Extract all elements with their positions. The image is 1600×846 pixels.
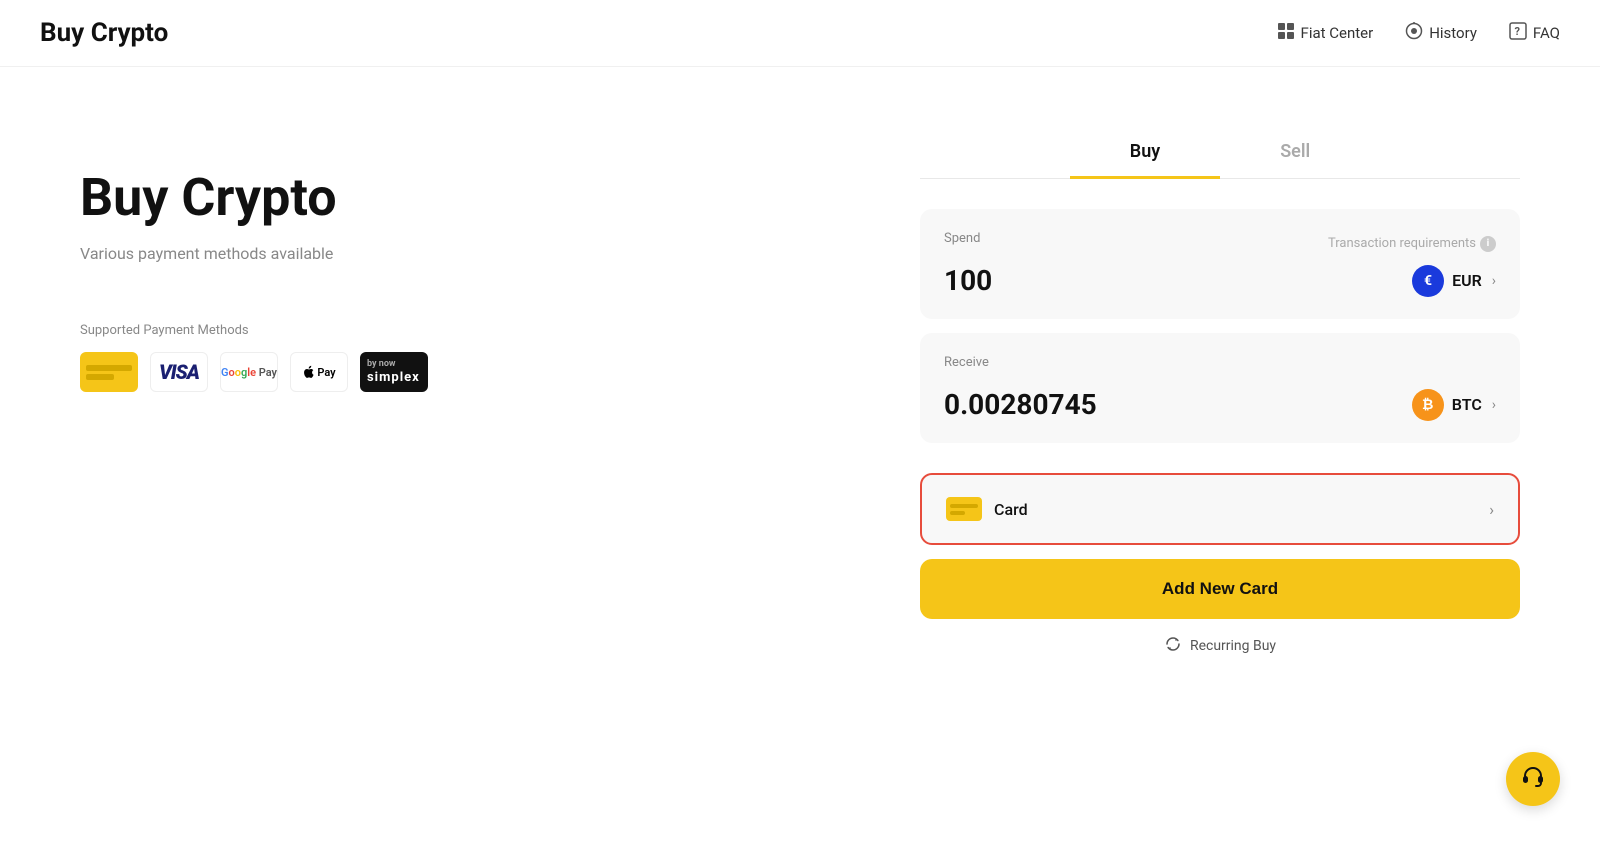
right-panel: Buy Sell Spend Transaction requirements … [920,127,1520,657]
recurring-buy-label: Recurring Buy [1190,638,1276,654]
faq-label: FAQ [1533,24,1560,42]
gpay-text: Google Pay [221,366,277,379]
receive-value: 0.00280745 [944,388,1097,421]
payment-icon-card [80,352,138,392]
btc-badge: ₿ [1412,389,1444,421]
visa-text: VISA [159,360,199,384]
transaction-requirements: Transaction requirements i [1328,236,1496,252]
payment-method-label: Card [994,500,1028,519]
payment-method-card[interactable]: Card › [920,473,1520,545]
nav-fiat-center[interactable]: Fiat Center [1277,22,1374,45]
question-icon: ? [1509,22,1527,45]
history-label: History [1429,24,1477,42]
spend-value: 100 [944,264,992,297]
btc-symbol: ₿ [1422,396,1433,413]
svg-text:?: ? [1514,25,1520,38]
eur-symbol: € [1424,273,1432,289]
info-icon: i [1480,236,1496,252]
eur-chevron-icon: › [1492,273,1496,289]
applepay-text: Pay [302,365,335,379]
transaction-req-text: Transaction requirements [1328,236,1476,251]
recurring-buy[interactable]: Recurring Buy [920,635,1520,657]
receive-card: Receive 0.00280745 ₿ BTC › [920,333,1520,443]
btc-code: BTC [1452,395,1482,414]
tabs: Buy Sell [920,127,1520,179]
support-fab[interactable] [1506,752,1560,806]
history-icon [1405,22,1423,45]
headset-icon [1520,763,1546,795]
payment-icon-applepay: Pay [290,352,348,392]
hero-title: Buy Crypto [80,167,840,228]
add-new-card-button[interactable]: Add New Card [920,559,1520,619]
tab-sell[interactable]: Sell [1220,127,1370,179]
btc-chevron-icon: › [1492,397,1496,413]
eur-code: EUR [1452,271,1482,290]
hero-subtitle: Various payment methods available [80,244,840,263]
main-content: Buy Crypto Various payment methods avail… [0,67,1600,697]
spend-card: Spend Transaction requirements i 100 € E… [920,209,1520,319]
card-stripe-top [86,365,132,371]
eur-badge: € [1412,265,1444,297]
payment-methods-label: Supported Payment Methods [80,323,840,338]
grid-icon [1277,22,1295,45]
spend-label: Spend [944,231,980,246]
left-panel: Buy Crypto Various payment methods avail… [80,127,840,657]
header-nav: Fiat Center History ? FAQ [1277,22,1560,45]
recurring-icon [1164,635,1182,657]
fiat-center-label: Fiat Center [1301,24,1374,42]
tab-buy[interactable]: Buy [1070,127,1220,179]
header: Buy Crypto Fiat Center Histor [0,0,1600,67]
btc-currency-selector[interactable]: ₿ BTC › [1412,389,1496,421]
card-stripe-bottom [86,374,114,380]
receive-label: Receive [944,355,989,370]
page-title: Buy Crypto [40,18,168,48]
payment-icon-gpay: Google Pay [220,352,278,392]
payment-icons: VISA Google Pay Pay by now simplex [80,352,840,392]
mini-card-icon [946,497,982,521]
nav-faq[interactable]: ? FAQ [1509,22,1560,45]
eur-currency-selector[interactable]: € EUR › [1412,265,1496,297]
payment-icon-visa: VISA [150,352,208,392]
nav-history[interactable]: History [1405,22,1477,45]
payment-method-chevron-icon: › [1489,500,1494,519]
payment-icon-simplex: by now simplex [360,352,428,392]
